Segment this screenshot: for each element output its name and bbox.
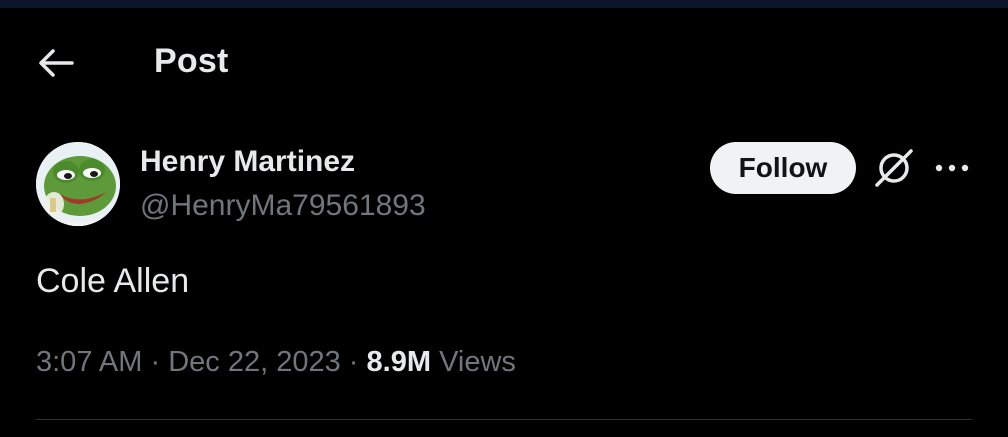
post-meta: 3:07 AM · Dec 22, 2023 · 8.9M Views — [36, 346, 516, 379]
more-horizontal-icon — [935, 164, 969, 172]
pepe-frog-avatar-icon — [36, 142, 120, 226]
meta-separator: · — [348, 346, 359, 378]
post-date[interactable]: Dec 22, 2023 — [168, 346, 341, 378]
grok-icon — [875, 148, 913, 187]
views-count[interactable]: 8.9M — [367, 346, 431, 378]
post-header: Post — [0, 8, 1008, 116]
author-handle[interactable]: @HenryMa79561893 — [140, 189, 426, 223]
grok-button[interactable] — [872, 146, 916, 190]
follow-button[interactable]: Follow — [710, 142, 856, 194]
author-display-name[interactable]: Henry Martinez — [140, 145, 355, 179]
meta-separator: · — [150, 346, 161, 378]
avatar[interactable] — [36, 142, 120, 226]
arrow-left-icon — [39, 49, 74, 77]
back-button[interactable] — [36, 46, 76, 80]
page-title: Post — [154, 42, 229, 80]
status-bar-strip — [0, 0, 1008, 8]
post-time[interactable]: 3:07 AM — [36, 346, 142, 378]
views-label: Views — [439, 346, 516, 378]
more-options-button[interactable] — [932, 150, 972, 186]
post-text: Cole Allen — [36, 262, 190, 300]
divider — [36, 419, 972, 420]
